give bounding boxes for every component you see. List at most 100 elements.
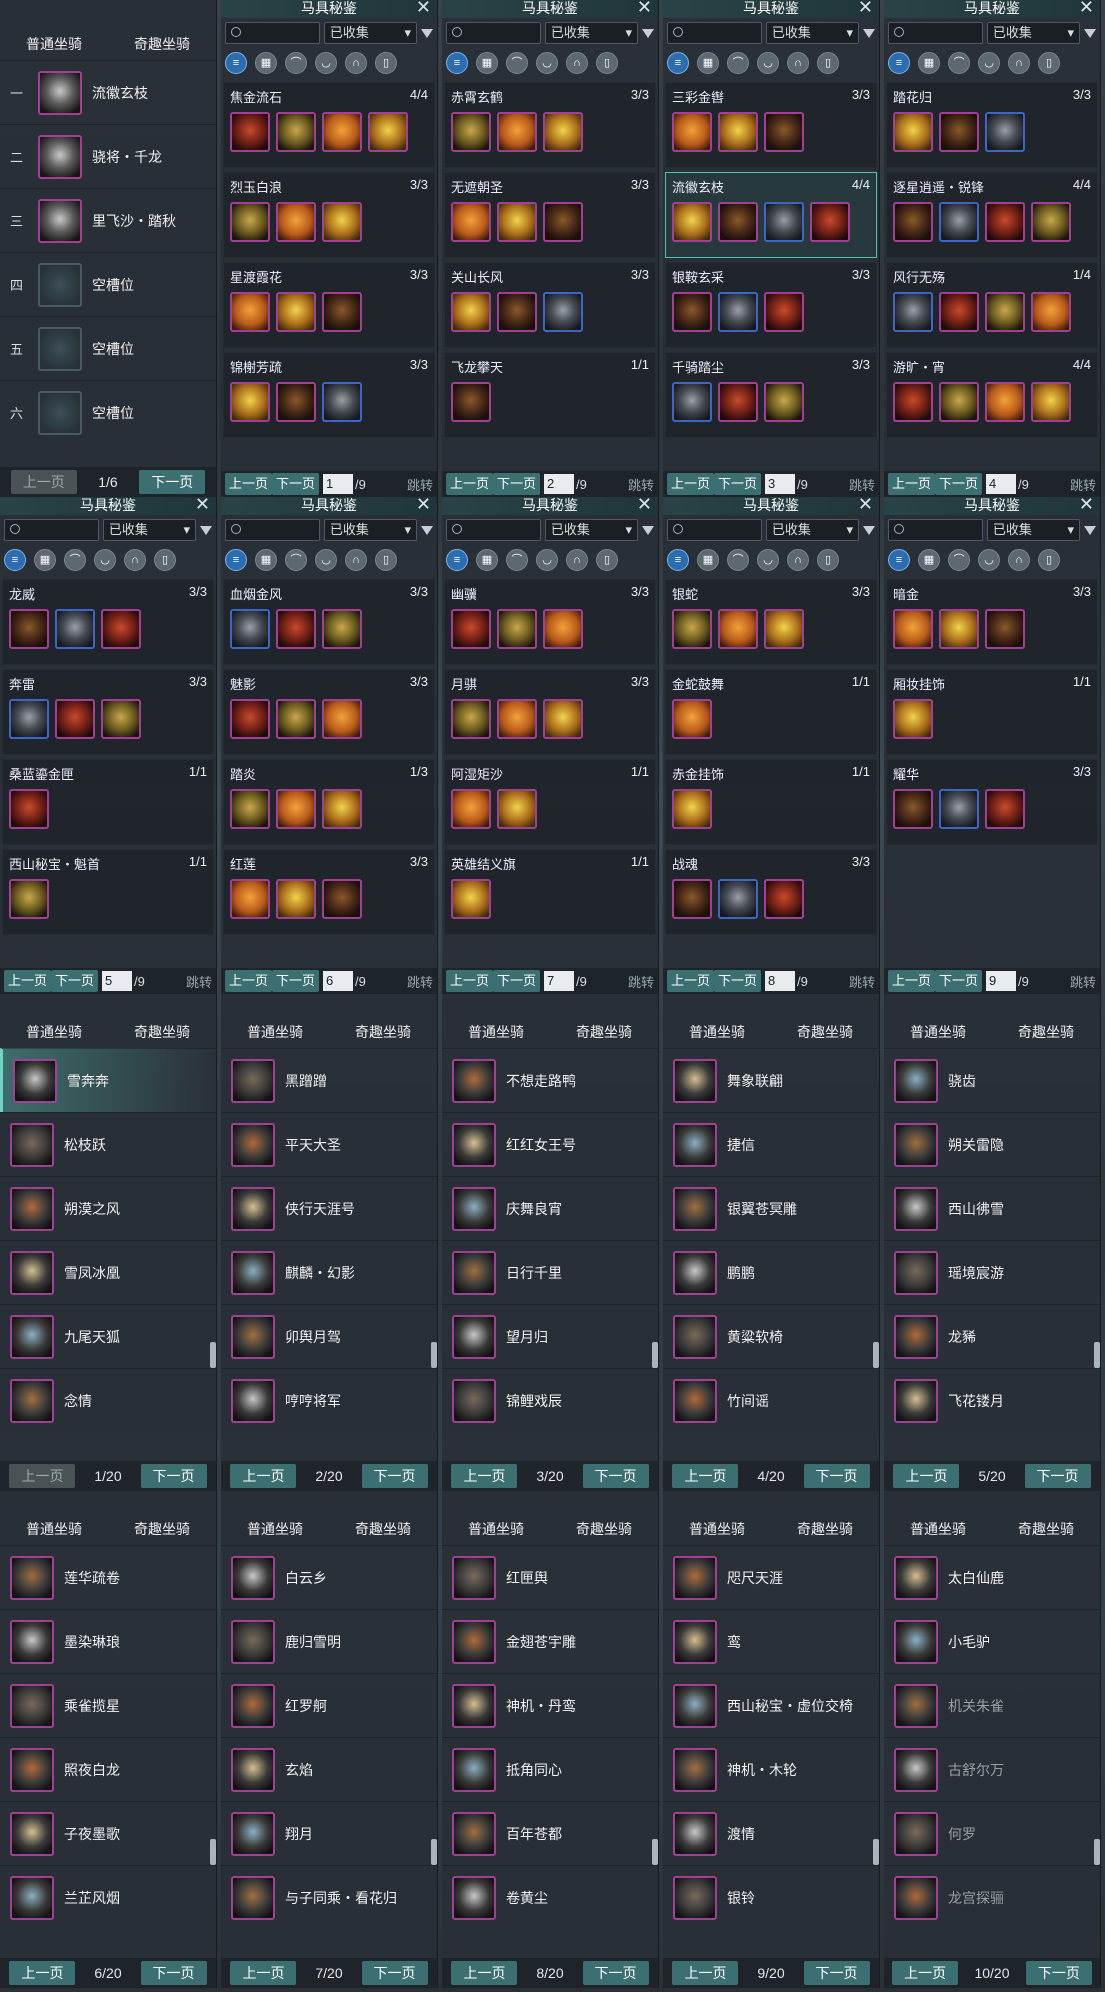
gear-piece-icon[interactable] [718,292,758,332]
category-icon[interactable]: ∩ [345,549,367,571]
mount-row[interactable]: 古舒尔万 [884,1737,1100,1801]
category-icon[interactable]: ▦ [918,52,940,74]
close-icon[interactable]: ✕ [637,0,652,16]
gear-piece-icon[interactable] [718,202,758,242]
category-icon[interactable]: ▯ [375,549,397,571]
gear-piece-icon[interactable] [497,112,537,152]
mount-row[interactable]: 望月归 [442,1304,658,1368]
gear-piece-icon[interactable] [939,382,979,422]
mount-row[interactable]: 神机・木轮 [663,1737,879,1801]
filter-icon[interactable] [200,525,212,535]
gear-piece-icon[interactable] [368,112,408,152]
category-icon[interactable]: ≡ [225,549,247,571]
gear-set-entry[interactable]: 三彩金辔 3/3 [665,82,877,168]
gear-set-entry[interactable]: 星渡霞花 3/3 [223,262,435,348]
gear-piece-icon[interactable] [322,202,362,242]
next-page-button[interactable]: 下一页 [935,473,983,495]
prev-page-button[interactable]: 上一页 [9,1464,76,1488]
category-icon[interactable]: ⌒ [727,52,749,74]
scroll-handle[interactable] [431,1839,437,1865]
mount-row[interactable]: 平天大圣 [221,1112,437,1176]
gear-set-entry[interactable]: 血烟金风 3/3 [223,579,435,665]
gear-piece-icon[interactable] [230,202,270,242]
scroll-handle[interactable] [873,1839,879,1865]
gear-piece-icon[interactable] [276,202,316,242]
gear-piece-icon[interactable] [322,609,362,649]
gear-piece-icon[interactable] [764,609,804,649]
category-icon[interactable]: ◡ [757,52,779,74]
gear-piece-icon[interactable] [672,292,712,332]
mount-row[interactable]: 不想走路鸭 [442,1048,658,1112]
gear-piece-icon[interactable] [764,202,804,242]
gear-set-entry[interactable]: 风行无殇 1/4 [886,262,1098,348]
gear-piece-icon[interactable] [451,609,491,649]
tab-fun-mount[interactable]: 奇趣坐骑 [329,1022,437,1042]
category-icon[interactable]: ◡ [536,549,558,571]
tab-normal-mount[interactable]: 普通坐骑 [663,1519,771,1539]
scroll-handle[interactable] [652,1342,658,1368]
gear-piece-icon[interactable] [672,202,712,242]
category-icon[interactable]: ▯ [817,549,839,571]
category-icon[interactable]: ≡ [888,52,910,74]
next-page-button[interactable]: 下一页 [493,970,541,992]
gear-set-entry[interactable]: 厢妆挂饰 1/1 [886,669,1098,755]
mount-row[interactable]: 雪凤冰凰 [0,1240,216,1304]
scroll-handle[interactable] [431,1342,437,1368]
gear-set-entry[interactable]: 逐星逍遥・锐锋 4/4 [886,172,1098,258]
tab-fun-mount[interactable]: 奇趣坐骑 [992,1519,1100,1539]
gear-piece-icon[interactable] [764,292,804,332]
mount-row[interactable]: 舞象联翩 [663,1048,879,1112]
gear-piece-icon[interactable] [985,202,1025,242]
category-icon[interactable]: ▯ [596,52,618,74]
gear-piece-icon[interactable] [543,609,583,649]
jump-button[interactable]: 跳转 [1070,475,1096,494]
search-input[interactable] [888,22,983,44]
prev-page-button[interactable]: 上一页 [4,970,52,992]
next-page-button[interactable]: 下一页 [714,473,762,495]
scroll-handle[interactable] [210,1839,216,1865]
category-icon[interactable]: ⌒ [285,52,307,74]
category-icon[interactable]: ∩ [787,549,809,571]
filter-icon[interactable] [1084,525,1096,535]
mount-row[interactable]: 乘雀揽星 [0,1673,216,1737]
category-icon[interactable]: ≡ [667,549,689,571]
category-icon[interactable]: ∩ [787,52,809,74]
gear-piece-icon[interactable] [9,879,49,919]
category-icon[interactable]: ∩ [345,52,367,74]
gear-piece-icon[interactable] [101,699,141,739]
close-icon[interactable]: ✕ [1079,497,1094,513]
gear-piece-icon[interactable] [893,609,933,649]
close-icon[interactable]: ✕ [1079,0,1094,16]
gear-set-entry[interactable]: 暗金 3/3 [886,579,1098,665]
tab-fun-mount[interactable]: 奇趣坐骑 [108,34,216,54]
scroll-handle[interactable] [873,1342,879,1368]
prev-page-button[interactable]: 上一页 [10,470,77,494]
prev-page-button[interactable]: 上一页 [672,1464,739,1488]
gear-piece-icon[interactable] [985,789,1025,829]
gear-piece-icon[interactable] [55,609,95,649]
mount-row[interactable]: 朔漠之风 [0,1176,216,1240]
mount-row[interactable]: 侠行天涯号 [221,1176,437,1240]
gear-set-entry[interactable]: 月骐 3/3 [444,669,656,755]
category-icon[interactable]: ▦ [476,52,498,74]
prev-page-button[interactable]: 上一页 [446,970,494,992]
category-icon[interactable]: ▯ [1038,52,1060,74]
slot-row[interactable]: 三 里飞沙・踏秋 [0,188,216,252]
gear-set-entry[interactable]: 战魂 3/3 [665,849,877,935]
next-page-button[interactable]: 下一页 [803,1464,870,1488]
search-input[interactable] [667,519,762,541]
category-icon[interactable]: ∩ [1008,549,1030,571]
mount-row[interactable]: 神机・丹鸾 [442,1673,658,1737]
search-input[interactable] [446,22,541,44]
category-icon[interactable]: ▯ [154,549,176,571]
gear-piece-icon[interactable] [985,382,1025,422]
gear-set-entry[interactable]: 银蛇 3/3 [665,579,877,665]
next-page-button[interactable]: 下一页 [493,473,541,495]
mount-row[interactable]: 瑶境宸游 [884,1240,1100,1304]
gear-piece-icon[interactable] [276,609,316,649]
next-page-button[interactable]: 下一页 [1024,1464,1091,1488]
tab-normal-mount[interactable]: 普通坐骑 [0,34,108,54]
mount-row[interactable]: 黑蹭蹭 [221,1048,437,1112]
mount-row[interactable]: 子夜墨歌 [0,1801,216,1865]
gear-piece-icon[interactable] [764,382,804,422]
